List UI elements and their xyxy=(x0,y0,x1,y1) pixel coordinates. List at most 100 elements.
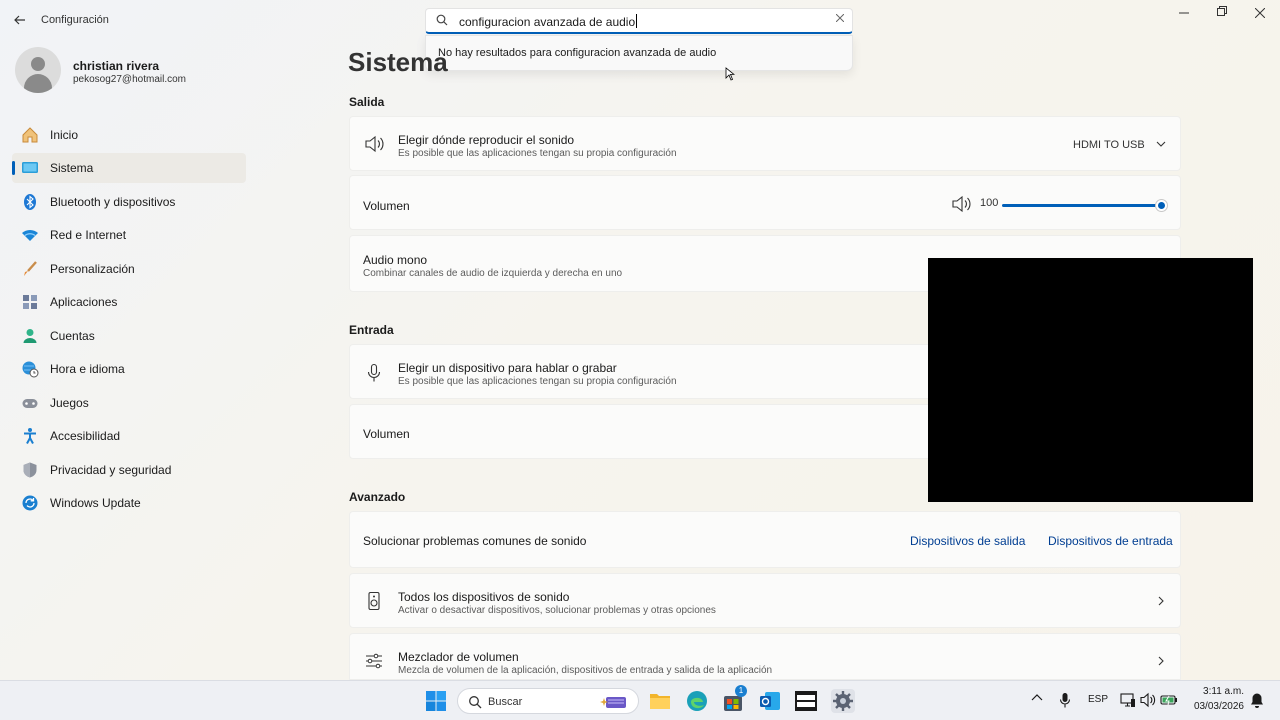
close-icon xyxy=(835,13,845,23)
sidebar-item-personalizacion[interactable]: Personalización xyxy=(12,254,246,284)
game-app-icon[interactable] xyxy=(794,689,818,713)
back-button[interactable] xyxy=(10,11,30,29)
sidebar-item-sistema[interactable]: Sistema xyxy=(12,153,246,183)
system-icon xyxy=(22,162,38,173)
sidebar-item-bluetooth[interactable]: Bluetooth y dispositivos xyxy=(12,187,246,217)
account-icon xyxy=(23,329,37,343)
bluetooth-icon xyxy=(24,194,36,210)
microphone-icon xyxy=(367,363,381,382)
chevron-right-icon xyxy=(1158,596,1164,606)
search-highlight-icon xyxy=(600,697,626,708)
sidebar-item-hora[interactable]: Hora e idioma xyxy=(12,354,246,384)
close-icon xyxy=(1254,7,1266,19)
volume-mixer-card[interactable]: Mezclador de volumen Mezcla de volumen d… xyxy=(349,633,1181,680)
avatar-body-shape xyxy=(24,74,52,93)
minimize-button[interactable] xyxy=(1169,6,1199,22)
chevron-up-icon[interactable] xyxy=(1031,693,1043,703)
file-explorer-icon[interactable] xyxy=(648,689,672,713)
output-device-subtitle: Es posible que las aplicaciones tengan s… xyxy=(398,148,677,159)
sidebar-item-accesibilidad[interactable]: Accesibilidad xyxy=(12,421,246,451)
network-icon[interactable] xyxy=(1120,692,1136,708)
settings-window: Configuración configuracion avanzada de … xyxy=(0,0,1280,680)
sidebar-item-label: Privacidad y seguridad xyxy=(50,463,172,477)
apps-icon xyxy=(23,295,37,309)
sidebar-item-label: Accesibilidad xyxy=(50,429,121,443)
troubleshoot-input-link[interactable]: Dispositivos de entrada xyxy=(1048,534,1173,548)
user-name: christian rivera xyxy=(73,59,160,73)
settings-icon[interactable] xyxy=(831,689,855,713)
accessibility-icon xyxy=(24,428,36,444)
globe-clock-icon xyxy=(22,361,39,378)
search-query[interactable]: configuracion avanzada de audio xyxy=(459,14,637,29)
black-overlay-region xyxy=(928,258,1253,502)
audio-mono-title: Audio mono xyxy=(363,253,428,267)
shield-icon xyxy=(23,462,37,478)
output-volume-card: Volumen 100 xyxy=(349,175,1181,230)
speaker-mute-toggle-icon[interactable] xyxy=(951,195,971,213)
all-sound-devices-card[interactable]: Todos los dispositivos de sonido Activar… xyxy=(349,573,1181,628)
slider-thumb[interactable] xyxy=(1156,200,1167,211)
app-title: Configuración xyxy=(41,14,109,26)
store-badge: 1 xyxy=(735,685,747,697)
brush-icon xyxy=(24,261,37,276)
avatar[interactable] xyxy=(15,47,61,93)
close-button[interactable] xyxy=(1245,6,1275,22)
sidebar-item-windows-update[interactable]: Windows Update xyxy=(12,488,246,518)
chevron-right-icon xyxy=(1158,656,1164,666)
sidebar-item-aplicaciones[interactable]: Aplicaciones xyxy=(12,287,246,317)
taskbar-search-label: Buscar xyxy=(488,696,523,708)
input-device-title: Elegir un dispositivo para hablar o grab… xyxy=(398,361,617,375)
chevron-down-icon[interactable] xyxy=(1156,141,1166,147)
sidebar-item-label: Windows Update xyxy=(50,496,141,510)
outlook-icon[interactable] xyxy=(758,689,782,713)
troubleshoot-output-link[interactable]: Dispositivos de salida xyxy=(910,534,1025,548)
sidebar-item-label: Personalización xyxy=(50,262,135,276)
update-icon xyxy=(22,495,38,511)
output-device-title: Elegir dónde reproducir el sonido xyxy=(398,133,575,147)
section-header-entrada: Entrada xyxy=(349,323,394,337)
maximize-button[interactable] xyxy=(1207,6,1237,22)
microphone-icon[interactable] xyxy=(1059,692,1071,708)
sidebar-item-inicio[interactable]: Inicio xyxy=(12,120,246,150)
store-icon[interactable]: 1 xyxy=(721,685,747,713)
output-device-select[interactable]: HDMI TO USB xyxy=(1073,139,1145,151)
speaker-device-icon xyxy=(368,591,380,611)
notification-bell-icon[interactable] xyxy=(1250,692,1264,708)
page-title: Sistema xyxy=(348,47,448,77)
taskbar-date[interactable]: 03/03/2026 xyxy=(1188,701,1244,712)
sidebar-item-juegos[interactable]: Juegos xyxy=(12,388,246,418)
sidebar-item-label: Sistema xyxy=(50,161,94,175)
volume-mixer-title: Mezclador de volumen xyxy=(398,650,519,664)
output-device-card[interactable]: Elegir dónde reproducir el sonido Es pos… xyxy=(349,116,1181,171)
sidebar-item-label: Hora e idioma xyxy=(50,362,125,376)
settings-search-input[interactable]: configuracion avanzada de audio xyxy=(425,8,853,34)
search-icon xyxy=(469,696,482,709)
arrow-left-icon xyxy=(14,15,25,25)
taskbar-search[interactable]: Buscar xyxy=(457,688,639,714)
sidebar-item-cuentas[interactable]: Cuentas xyxy=(12,321,246,351)
user-email: pekosog27@hotmail.com xyxy=(73,74,186,85)
search-icon xyxy=(436,14,448,26)
section-header-salida: Salida xyxy=(349,95,385,109)
taskbar-time[interactable]: 3:11 a.m. xyxy=(1192,686,1244,697)
edge-icon[interactable] xyxy=(685,689,709,713)
sidebar-item-label: Juegos xyxy=(50,396,89,410)
home-icon xyxy=(22,127,38,143)
output-volume-slider[interactable] xyxy=(1002,200,1167,211)
gamepad-icon xyxy=(22,399,38,408)
input-device-subtitle: Es posible que las aplicaciones tengan s… xyxy=(398,376,677,387)
all-sound-devices-title: Todos los dispositivos de sonido xyxy=(398,590,570,604)
sidebar-item-privacidad[interactable]: Privacidad y seguridad xyxy=(12,455,246,485)
output-volume-value: 100 xyxy=(980,197,999,209)
search-clear-button[interactable] xyxy=(835,13,845,25)
battery-icon[interactable] xyxy=(1160,692,1178,708)
mixer-icon xyxy=(366,653,382,669)
mouse-cursor-icon xyxy=(725,67,735,81)
language-indicator[interactable]: ESP xyxy=(1088,694,1108,705)
sidebar-item-red[interactable]: Red e Internet xyxy=(12,220,246,250)
volume-icon[interactable] xyxy=(1140,692,1156,708)
all-sound-devices-subtitle: Activar o desactivar dispositivos, soluc… xyxy=(398,605,716,616)
sidebar-item-label: Cuentas xyxy=(50,329,95,343)
start-icon[interactable] xyxy=(425,690,447,712)
taskbar: Buscar 1 ESP 3:11 a.m. 03/03/2026 xyxy=(0,680,1280,720)
